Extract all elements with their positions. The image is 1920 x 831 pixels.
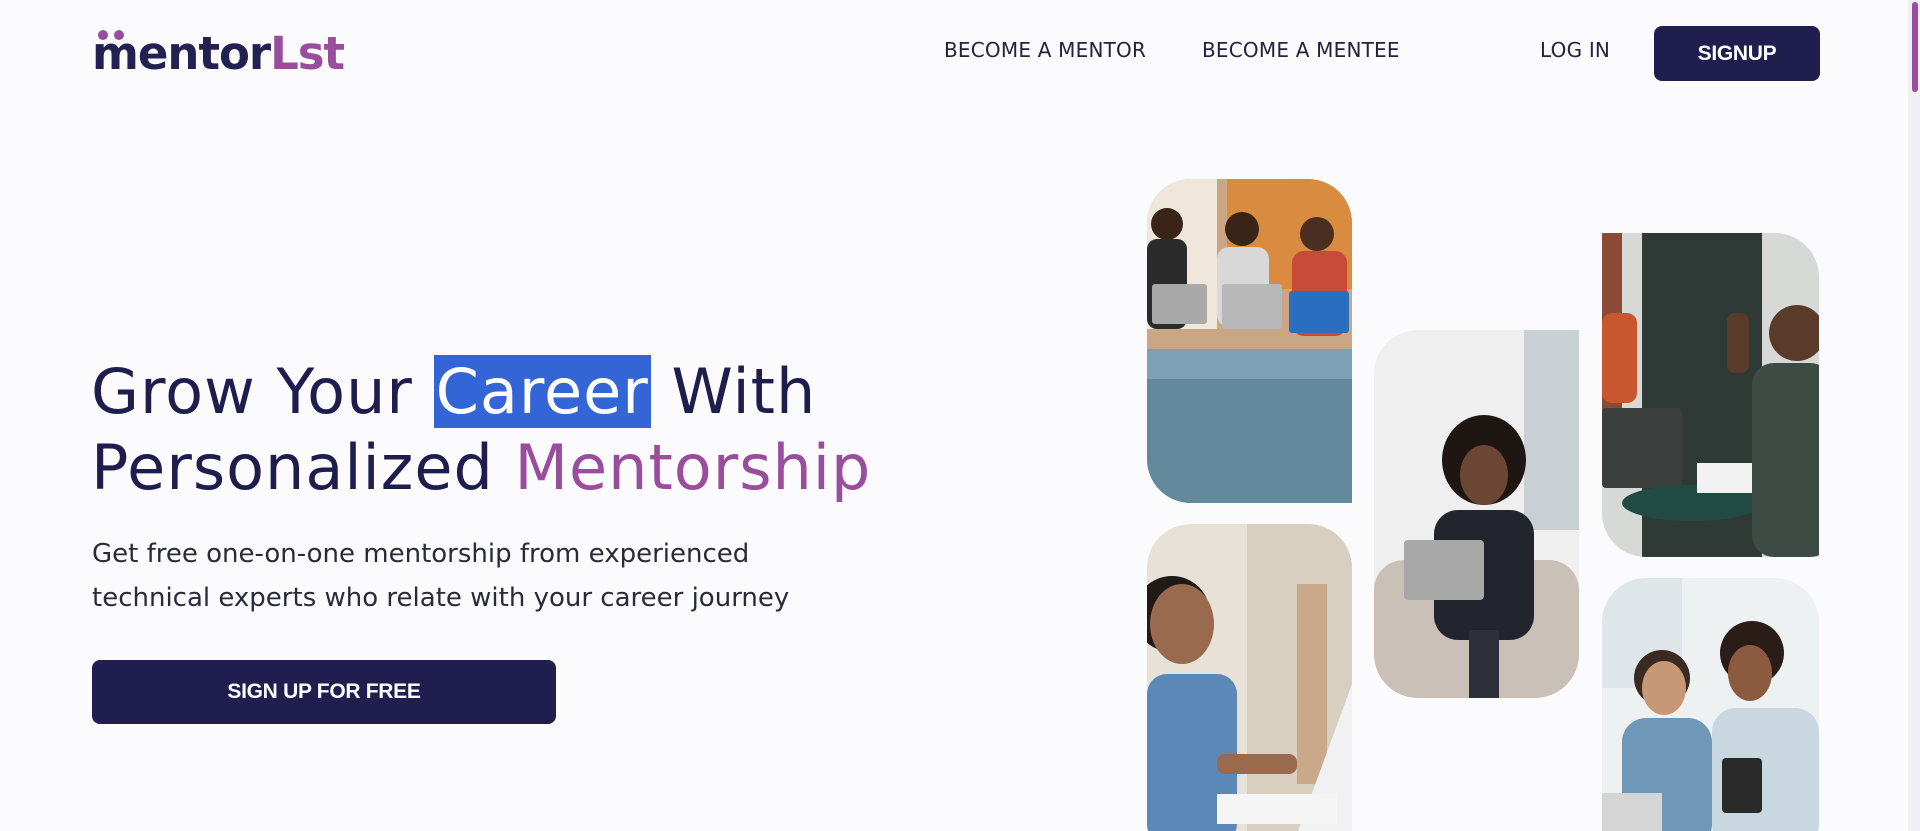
subtext-line: Get free one-on-one mentorship from expe…	[92, 539, 750, 569]
headline-text: With	[650, 355, 817, 428]
nav-become-mentee[interactable]: BECOME A MENTEE	[1202, 38, 1400, 62]
headline-line-1: Grow Your Career With	[91, 354, 871, 430]
nav-login[interactable]: LOG IN	[1540, 38, 1610, 62]
page-scrollbar[interactable]	[1908, 0, 1920, 831]
brand-logo[interactable]: mentor Lst	[92, 24, 345, 84]
subtext-line: technical experts who relate with your c…	[92, 583, 790, 613]
nav-become-mentor[interactable]: BECOME A MENTOR	[944, 38, 1146, 62]
headline-line-2: Personalized Mentorship	[91, 430, 871, 506]
photo-woman-reading	[1374, 330, 1579, 698]
signup-button[interactable]: SIGNUP	[1654, 26, 1820, 81]
photo-women-laptops	[1147, 179, 1352, 503]
photo-two-colleagues	[1602, 578, 1819, 831]
headline-accent: Mentorship	[514, 431, 872, 504]
signup-free-button[interactable]: SIGN UP FOR FREE	[92, 660, 556, 724]
headline-highlight: Career	[433, 355, 651, 428]
headline-text: Personalized	[91, 431, 515, 504]
photo-highfive	[1602, 233, 1819, 557]
hero-headline: Grow Your Career With Personalized Mento…	[91, 354, 871, 506]
logo-text-accent: Lst	[270, 27, 345, 80]
photo-man-laptop	[1147, 524, 1352, 831]
headline-text: Grow Your	[91, 355, 434, 428]
logo-text-main: mentor	[92, 24, 271, 84]
scrollbar-thumb[interactable]	[1912, 2, 1918, 92]
hero-subtext: Get free one-on-one mentorship from expe…	[92, 532, 852, 620]
